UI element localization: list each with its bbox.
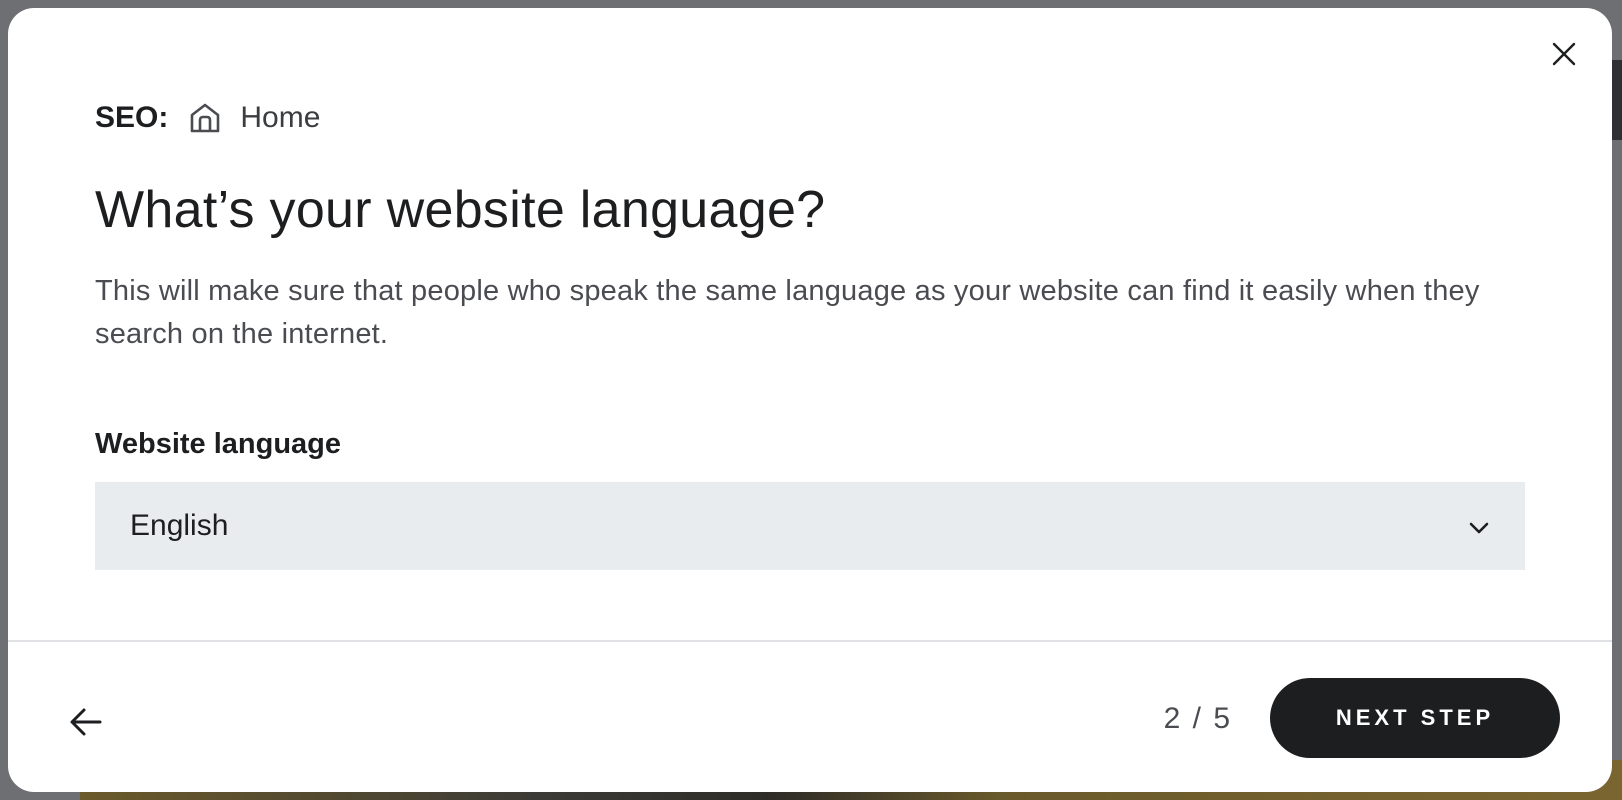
close-icon: [1552, 42, 1576, 66]
language-select-value: English: [130, 509, 229, 542]
language-field-label: Website language: [95, 428, 342, 460]
next-step-button[interactable]: NEXT STEP: [1270, 678, 1560, 758]
page-description: This will make sure that people who spea…: [95, 275, 1480, 350]
breadcrumb-prefix: SEO:: [95, 101, 169, 134]
chevron-down-icon: [1469, 522, 1489, 534]
footer-divider: [8, 640, 1612, 642]
step-counter: 2 / 5: [1163, 702, 1232, 735]
page-title: What’s your website language?: [95, 181, 826, 239]
home-icon: [188, 100, 224, 136]
close-button[interactable]: [1546, 36, 1582, 72]
arrow-left-icon: [70, 708, 102, 736]
back-button[interactable]: [62, 698, 110, 746]
breadcrumb-page-name: Home: [240, 101, 321, 134]
seo-setup-modal: SEO: Home What’s your website language? …: [8, 8, 1612, 792]
breadcrumb: SEO: Home: [95, 98, 320, 138]
language-select[interactable]: English: [95, 482, 1525, 570]
